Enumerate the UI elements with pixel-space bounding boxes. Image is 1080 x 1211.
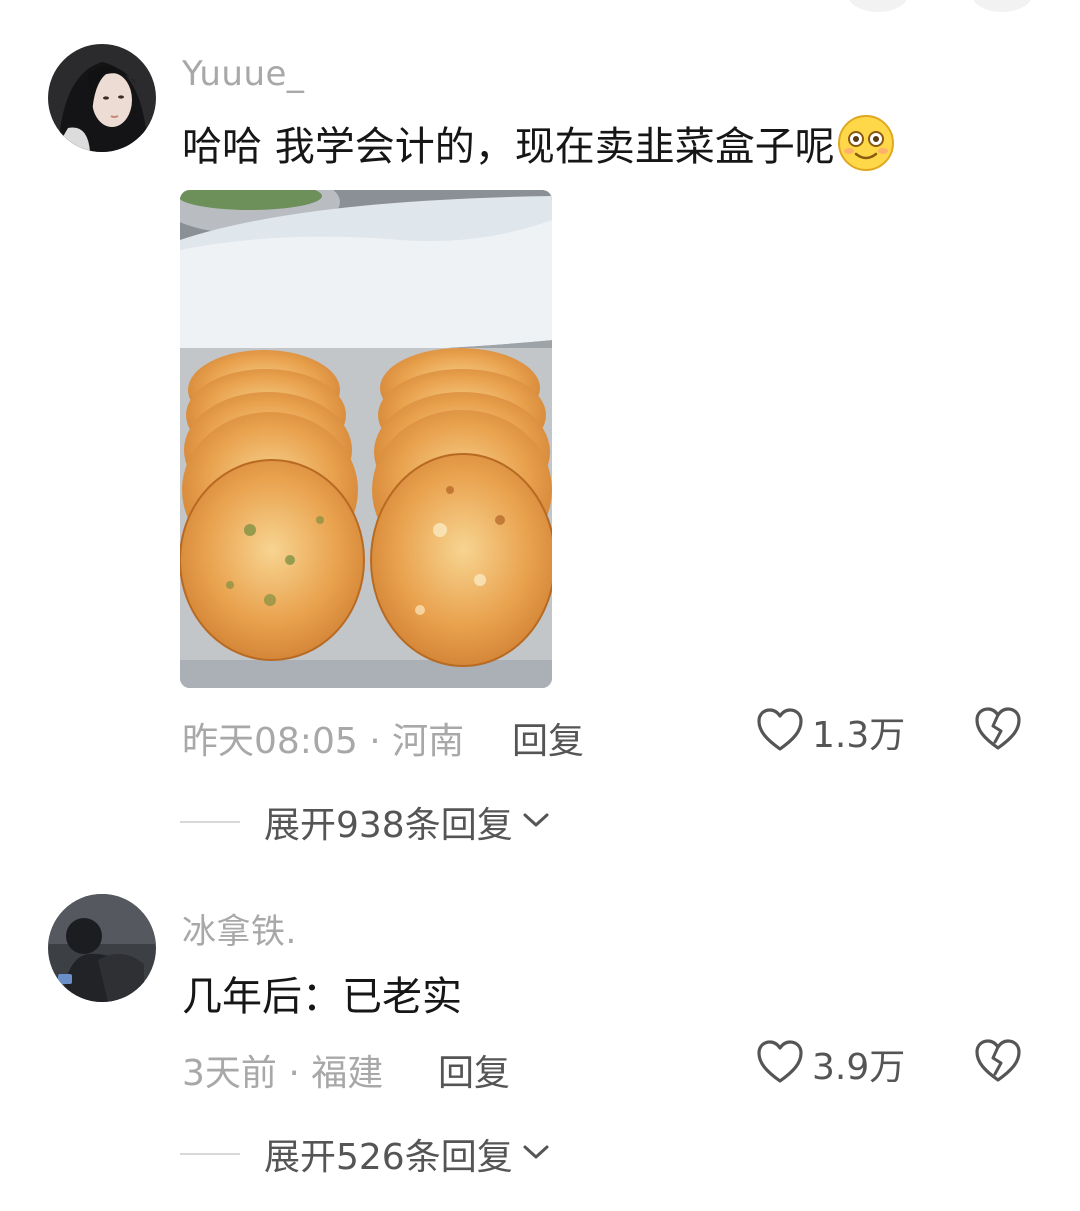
expand-replies-label: 展开526条回复 — [264, 1137, 513, 1178]
comment-meta: 昨天08:05 · 河南 — [182, 721, 465, 762]
avatar[interactable] — [48, 44, 156, 152]
divider-line — [180, 821, 240, 823]
avatar[interactable] — [48, 894, 156, 1002]
expand-replies[interactable]: 展开938条回复 — [180, 796, 551, 848]
reply-button[interactable]: 回复 — [512, 712, 584, 764]
comment-photo[interactable] — [180, 190, 552, 688]
expand-replies[interactable]: 展开526条回复 — [180, 1128, 551, 1180]
comment-item: Yuuue_ 哈哈 我学会计的，现在卖韭菜盒子呢 昨天08:05 · 河南 回复… — [0, 0, 1080, 860]
like-button[interactable]: 1.3万 — [756, 706, 905, 758]
dislike-button[interactable] — [974, 1038, 1022, 1088]
reply-button[interactable]: 回复 — [438, 1044, 510, 1096]
like-button[interactable]: 3.9万 — [756, 1038, 905, 1090]
dislike-button[interactable] — [974, 706, 1022, 756]
heart-outline-icon — [756, 707, 804, 757]
comment-text-body: 哈哈 我学会计的，现在卖韭菜盒子呢 — [182, 124, 835, 170]
like-count: 1.3万 — [812, 715, 906, 756]
comment-text-body: 几年后：已老实 — [182, 974, 462, 1020]
username[interactable]: Yuuue_ — [182, 54, 304, 94]
chevron-down-icon — [521, 810, 551, 834]
comment-meta: 3天前 · 福建 — [182, 1053, 384, 1094]
smiling-face-emoji-icon — [837, 114, 895, 172]
comment-text: 几年后：已老实 — [182, 964, 462, 1022]
like-count: 3.9万 — [812, 1047, 906, 1088]
heart-outline-icon — [756, 1039, 804, 1089]
broken-heart-icon — [974, 707, 1022, 756]
expand-replies-label: 展开938条回复 — [264, 805, 513, 846]
comment-item: 冰拿铁. 几年后：已老实 3天前 · 福建 回复 3.9万 展开526条回复 — [0, 860, 1080, 1211]
divider-line — [180, 1153, 240, 1155]
chevron-down-icon — [521, 1142, 551, 1166]
username[interactable]: 冰拿铁. — [182, 904, 297, 953]
broken-heart-icon — [974, 1039, 1022, 1088]
comment-text: 哈哈 我学会计的，现在卖韭菜盒子呢 — [182, 114, 895, 172]
